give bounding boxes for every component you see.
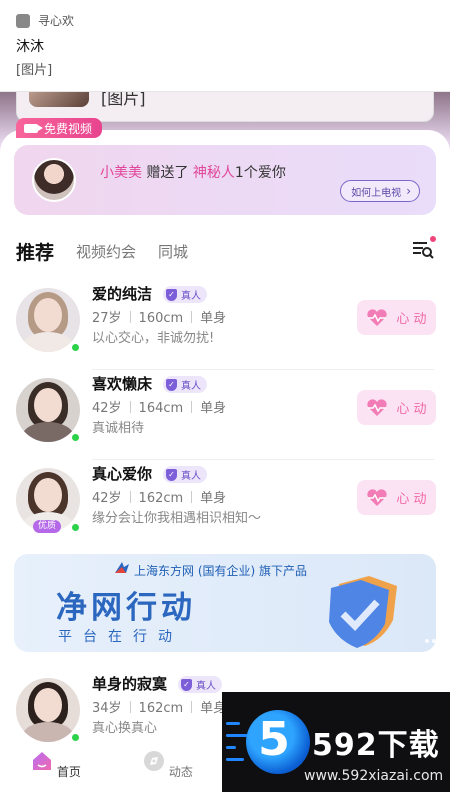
like-button[interactable]: 心 动 — [357, 480, 436, 515]
online-indicator — [71, 433, 80, 442]
watermark-url: www.592xiazai.com — [304, 768, 444, 784]
carousel-dots — [422, 639, 436, 643]
nav-home-label: 首页 — [56, 765, 81, 779]
push-notification[interactable]: 寻心欢 沐沐 [图片] — [0, 0, 450, 92]
user-row[interactable]: 优质 真心爱你 ✓ 真人 42岁 162cm 单身 缘分会让你我相遇相识相知～ 心 … — [0, 460, 450, 550]
user-age: 42岁 — [92, 401, 122, 416]
free-video-tag[interactable]: 免费视频 — [16, 118, 103, 138]
online-indicator — [71, 733, 80, 742]
user-name: 爱的纯洁 — [92, 285, 153, 303]
like-button[interactable]: 心 动 — [357, 300, 436, 335]
free-video-label: 免费视频 — [44, 121, 93, 136]
like-button[interactable]: 心 动 — [357, 390, 436, 425]
user-row[interactable]: 爱的纯洁 ✓ 真人 27岁 160cm 单身 以心交心，非诚勿扰! 心 动 — [0, 280, 450, 370]
user-age: 42岁 — [92, 491, 122, 506]
publisher-logo-icon — [115, 562, 129, 573]
like-label: 心 动 — [396, 402, 427, 417]
user-row[interactable]: 喜欢懒床 ✓ 真人 42岁 164cm 单身 真诚相待 心 动 — [0, 370, 450, 460]
user-avatar — [16, 288, 80, 352]
user-meta: 27岁 160cm 单身 — [92, 307, 226, 326]
verified-shield-icon: ✓ — [181, 678, 192, 691]
gift-receiver: 神秘人 — [192, 165, 235, 181]
tab-nearby[interactable]: 同城 — [158, 241, 188, 262]
gift-sender: 小美美 — [100, 165, 142, 181]
sender-avatar — [32, 158, 76, 202]
ad-title: 净网行动 — [56, 590, 196, 626]
user-name: 真心爱你 — [92, 465, 153, 483]
user-status: 单身 — [200, 401, 227, 416]
gift-broadcast-banner[interactable]: 小美美 赠送了 神秘人1个爱你 如何上电视 › — [14, 145, 436, 215]
gift-message: 小美美 赠送了 神秘人1个爱你 — [100, 162, 286, 182]
verified-badge: ✓ 真人 — [163, 286, 207, 303]
video-camera-icon — [24, 123, 43, 133]
user-status: 单身 — [200, 491, 227, 506]
nav-moments[interactable]: 动态 — [138, 750, 198, 780]
verified-label: 真人 — [181, 291, 201, 302]
online-indicator — [71, 523, 80, 532]
verified-badge: ✓ 真人 — [178, 676, 222, 693]
user-age: 27岁 — [92, 311, 122, 326]
verified-shield-icon: ✓ — [166, 468, 177, 481]
user-meta: 34岁 162cm 单身 — [92, 697, 226, 716]
watermark-logo-number: 5 — [258, 712, 291, 766]
moments-icon — [144, 751, 165, 771]
how-to-get-on-tv-button[interactable]: 如何上电视 › — [340, 180, 420, 202]
how-to-get-on-tv-label: 如何上电视 — [351, 187, 402, 199]
ad-publisher-text: 上海东方网 (国有企业) 旗下产品 — [134, 564, 307, 578]
gift-action: 赠送了 — [146, 165, 189, 181]
verified-label: 真人 — [196, 681, 216, 692]
user-height: 162cm — [138, 491, 184, 506]
notification-message: [图片] — [16, 63, 53, 78]
chevron-right-icon: › — [406, 184, 411, 198]
shield-check-icon — [329, 576, 397, 648]
gift-item: 1个爱你 — [234, 165, 286, 181]
tab-recommend[interactable]: 推荐 — [16, 238, 54, 265]
user-avatar — [16, 678, 80, 742]
app-icon — [16, 13, 30, 28]
home-icon — [33, 752, 52, 770]
heart-pulse-icon — [367, 308, 388, 326]
user-bio: 真诚相待 — [92, 421, 145, 436]
notification-app-name: 寻心欢 — [38, 14, 75, 28]
notification-title: 沐沐 — [16, 39, 44, 55]
verified-label: 真人 — [181, 381, 201, 392]
ad-subtitle: 平台在行动 — [58, 629, 183, 645]
clean-web-campaign-banner[interactable]: 上海东方网 (国有企业) 旗下产品 净网行动 平台在行动 — [14, 554, 436, 652]
user-bio: 真心换真心 — [92, 721, 158, 736]
online-indicator — [71, 343, 80, 352]
user-bio: 缘分会让你我相遇相识相知～ — [92, 511, 262, 526]
user-name: 单身的寂寞 — [92, 675, 168, 693]
user-meta: 42岁 164cm 单身 — [92, 397, 226, 416]
user-meta: 42岁 162cm 单身 — [92, 487, 226, 506]
verified-badge: ✓ 真人 — [163, 376, 207, 393]
heart-pulse-icon — [367, 398, 388, 416]
user-bio: 以心交心，非诚勿扰! — [92, 331, 215, 346]
heart-pulse-icon — [367, 488, 388, 506]
verified-badge: ✓ 真人 — [163, 466, 207, 483]
filter-notification-dot — [430, 236, 436, 242]
category-tabs: 推荐 视频约会 同城 — [16, 236, 436, 266]
filter-search-icon[interactable] — [412, 236, 436, 260]
quality-badge: 优质 — [33, 520, 62, 533]
verified-shield-icon: ✓ — [166, 378, 177, 391]
like-label: 心 动 — [396, 492, 427, 507]
user-status: 单身 — [200, 311, 227, 326]
user-height: 164cm — [138, 401, 184, 416]
user-age: 34岁 — [92, 701, 122, 716]
tab-video-dating[interactable]: 视频约会 — [76, 241, 136, 262]
nav-home[interactable]: 首页 — [26, 750, 86, 780]
user-height: 162cm — [138, 701, 184, 716]
verified-label: 真人 — [181, 471, 201, 482]
user-name: 喜欢懒床 — [92, 375, 153, 393]
nav-moments-label: 动态 — [168, 765, 193, 779]
user-height: 160cm — [138, 311, 184, 326]
like-label: 心 动 — [396, 312, 427, 327]
download-site-watermark: 5 592下载 www.592xiazai.com — [222, 692, 450, 792]
user-avatar — [16, 378, 80, 442]
verified-shield-icon: ✓ — [166, 288, 177, 301]
watermark-brand: 592下载 — [312, 728, 440, 763]
